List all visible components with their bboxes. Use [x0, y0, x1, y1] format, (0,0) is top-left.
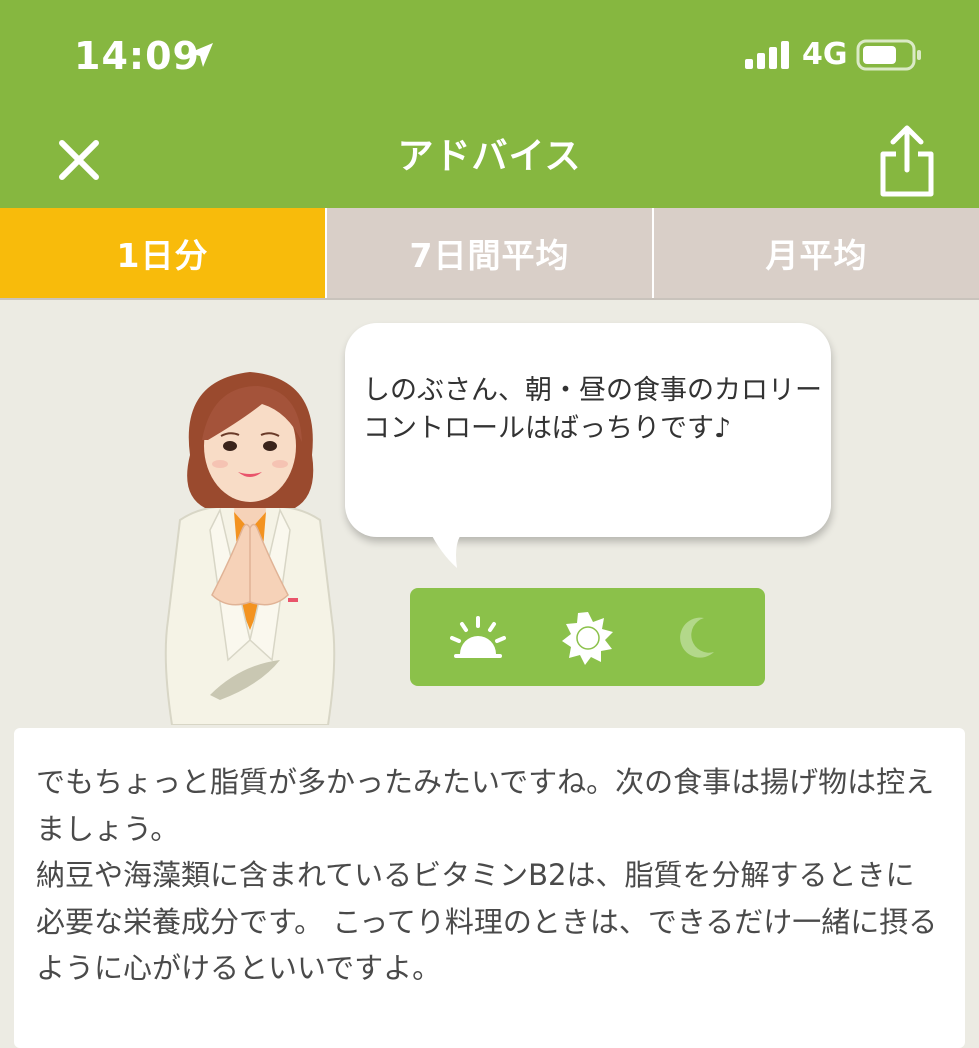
advisor-illustration [164, 372, 336, 725]
speech-bubble-tail [429, 530, 465, 568]
page-title: アドバイス [397, 136, 582, 177]
location-arrow-icon [189, 43, 213, 67]
battery-icon [856, 39, 921, 71]
status-time: 14:09 [74, 34, 200, 78]
share-button[interactable] [862, 118, 952, 204]
signal-bars-icon [745, 41, 789, 69]
tab-one-day[interactable]: 1日分 [0, 208, 325, 298]
network-type: 4G [802, 37, 848, 72]
period-tabs: 1日分 7日間平均 月平均 [0, 208, 979, 300]
sun-icon [562, 612, 613, 665]
status-bar: 14:09 4G [0, 0, 979, 108]
meal-status-panel [410, 588, 765, 686]
share-icon [880, 125, 934, 197]
advice-text: でもちょっと脂質が多かったみたいですね。次の食事は揚げ物は控えましょう。 納豆や… [36, 765, 938, 985]
sunrise-icon [450, 616, 506, 658]
nav-bar: アドバイス [0, 108, 979, 208]
moon-icon [680, 617, 714, 658]
speech-bubble-text: しのぶさん、朝・昼の食事のカロリーコントロールはばっちりです♪ [363, 375, 822, 444]
tab-monthly-average[interactable]: 月平均 [652, 208, 979, 298]
tab-seven-day-average[interactable]: 7日間平均 [325, 208, 652, 298]
